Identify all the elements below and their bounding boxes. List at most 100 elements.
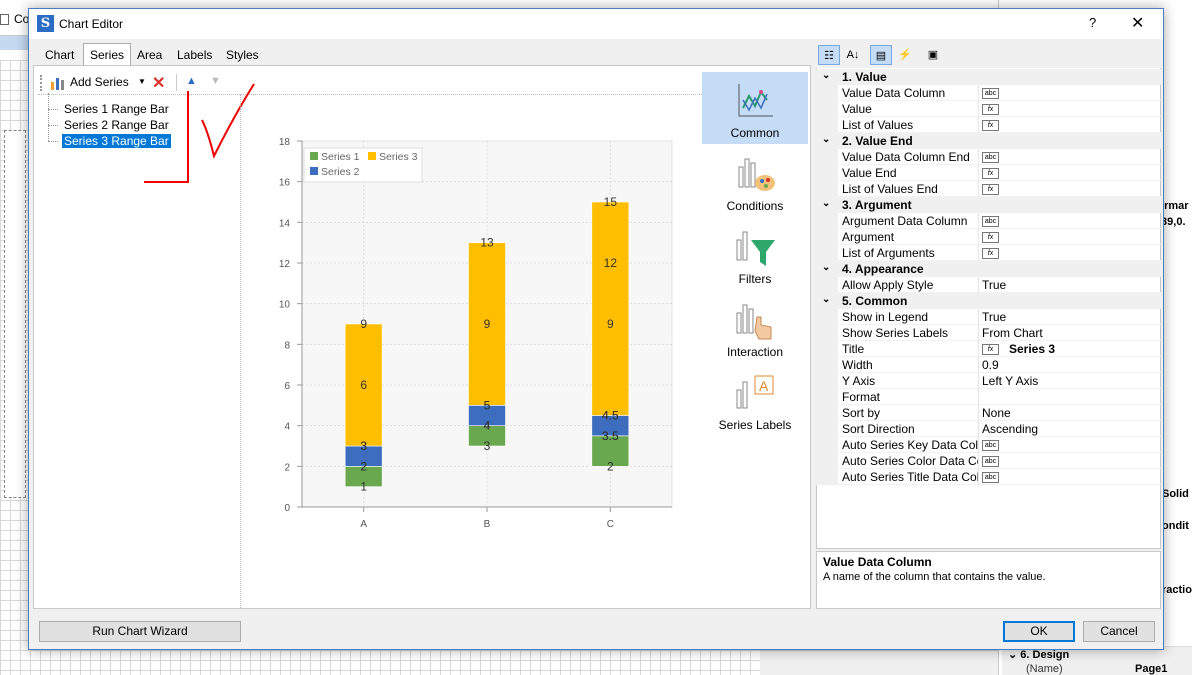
expression-icon[interactable]: fx — [982, 120, 999, 132]
alphabetical-icon[interactable]: A↓ — [842, 45, 864, 65]
nav-series-labels[interactable]: A Series Labels — [702, 364, 808, 436]
cancel-button[interactable]: Cancel — [1083, 621, 1155, 642]
data-column-icon[interactable]: abc — [982, 440, 999, 452]
collapse-icon[interactable]: ⌄ — [822, 294, 830, 305]
property-row[interactable]: List of Arguments fx — [816, 245, 1161, 261]
property-value-cell[interactable]: True — [982, 310, 1006, 324]
property-row[interactable]: Auto Series Color Data Column abc — [816, 453, 1161, 469]
expression-icon[interactable]: fx — [982, 184, 999, 196]
panel-splitter[interactable] — [240, 94, 241, 608]
tab-area[interactable]: Area — [131, 45, 168, 65]
property-name: Sort by — [842, 406, 881, 420]
expression-icon[interactable]: fx — [982, 248, 999, 260]
property-value-cell[interactable]: fx — [982, 102, 999, 116]
property-value-cell[interactable]: From Chart — [982, 326, 1043, 340]
close-button[interactable]: ✕ — [1131, 13, 1144, 33]
property-value-cell[interactable]: 0.9 — [982, 358, 999, 372]
nav-interaction[interactable]: Interaction — [702, 291, 808, 363]
property-row[interactable]: Argument Data Column abc — [816, 213, 1161, 229]
property-value-cell[interactable]: Left Y Axis — [982, 374, 1038, 388]
expression-icon[interactable]: fx — [982, 104, 999, 116]
legend-label: Series 1 — [321, 151, 360, 163]
property-value: True — [982, 278, 1007, 292]
property-value-cell[interactable]: fx — [982, 118, 999, 132]
collapse-icon[interactable]: ⌄ — [822, 262, 830, 273]
data-column-icon[interactable]: abc — [982, 152, 999, 164]
nav-filters[interactable]: Filters — [702, 218, 808, 290]
property-value-cell[interactable]: abc — [982, 150, 999, 164]
help-button[interactable]: ? — [1089, 15, 1096, 30]
property-row[interactable]: Format — [816, 389, 1161, 405]
property-row[interactable]: Title fx Series 3 — [816, 341, 1161, 357]
property-value-cell[interactable]: True — [982, 278, 1006, 292]
events-icon[interactable]: ⚡ — [894, 45, 916, 65]
property-value-cell[interactable]: abc — [982, 470, 999, 484]
property-value-cell[interactable]: abc — [982, 454, 999, 468]
collapse-icon[interactable]: ⌄ — [822, 134, 830, 145]
dialog-titlebar[interactable]: S Chart Editor ? ✕ — [29, 9, 1163, 39]
property-name: List of Values End — [842, 182, 938, 196]
property-name: Argument Data Column — [842, 214, 968, 228]
data-column-icon[interactable]: abc — [982, 472, 999, 484]
property-value-cell[interactable]: fx — [982, 166, 999, 180]
expression-icon[interactable]: fx — [982, 232, 999, 244]
property-category[interactable]: ⌄ 2. Value End — [816, 133, 1161, 149]
categorized-icon[interactable]: ☷ — [818, 45, 840, 65]
property-category[interactable]: ⌄ 5. Common — [816, 293, 1161, 309]
property-value-cell[interactable]: fx — [982, 230, 999, 244]
property-row[interactable]: Sort Direction Ascending — [816, 421, 1161, 437]
category-label: 1. Value — [842, 70, 887, 84]
pages-icon[interactable]: ▣ — [922, 45, 944, 65]
y-tick-label: 0 — [284, 503, 290, 514]
property-row[interactable]: Value End fx — [816, 165, 1161, 181]
property-row[interactable]: Allow Apply Style True — [816, 277, 1161, 293]
expression-icon[interactable]: fx — [982, 168, 999, 180]
tab-styles[interactable]: Styles — [220, 45, 265, 65]
collapse-icon[interactable]: ⌄ — [822, 70, 830, 81]
ok-button[interactable]: OK — [1003, 621, 1075, 642]
expression-icon[interactable]: fx — [982, 344, 999, 356]
nav-conditions[interactable]: Conditions — [702, 145, 808, 217]
property-row[interactable]: Auto Series Key Data Column abc — [816, 437, 1161, 453]
properties-icon[interactable]: ▤ — [870, 45, 892, 65]
property-value-cell[interactable]: fx Series 3 — [982, 342, 1055, 356]
run-chart-wizard-button[interactable]: Run Chart Wizard — [39, 621, 241, 642]
property-row[interactable]: Sort by None — [816, 405, 1161, 421]
property-value-cell[interactable]: fx — [982, 246, 999, 260]
property-category[interactable]: ⌄ 1. Value — [816, 69, 1161, 85]
data-label: 5 — [484, 398, 491, 412]
data-column-icon[interactable]: abc — [982, 216, 999, 228]
add-series-icon[interactable] — [50, 75, 66, 91]
property-value-cell[interactable]: abc — [982, 438, 999, 452]
nav-common[interactable]: Common — [702, 72, 808, 144]
data-column-icon[interactable]: abc — [982, 456, 999, 468]
tab-chart[interactable]: Chart — [39, 45, 80, 65]
data-column-icon[interactable]: abc — [982, 88, 999, 100]
property-row[interactable]: Show in Legend True — [816, 309, 1161, 325]
collapse-icon[interactable]: ⌄ — [822, 198, 830, 209]
property-value-cell[interactable]: abc — [982, 214, 999, 228]
property-row[interactable]: List of Values fx — [816, 117, 1161, 133]
property-value-cell[interactable]: abc — [982, 86, 999, 100]
property-name: Value End — [842, 166, 897, 180]
bar[interactable] — [591, 201, 630, 416]
property-row[interactable]: Argument fx — [816, 229, 1161, 245]
property-category[interactable]: ⌄ 3. Argument — [816, 197, 1161, 213]
property-value-cell[interactable]: Ascending — [982, 422, 1038, 436]
tab-labels[interactable]: Labels — [171, 45, 218, 65]
property-row[interactable]: Value fx — [816, 101, 1161, 117]
property-value-cell[interactable]: fx — [982, 182, 999, 196]
add-series-button[interactable]: Add Series — [70, 75, 129, 89]
category-label: 4. Appearance — [842, 262, 924, 276]
property-row[interactable]: Y Axis Left Y Axis — [816, 373, 1161, 389]
property-row[interactable]: Show Series Labels From Chart — [816, 325, 1161, 341]
property-row[interactable]: Auto Series Title Data Column abc — [816, 469, 1161, 485]
property-row[interactable]: Value Data Column End abc — [816, 149, 1161, 165]
property-rows: ⌄ 1. Value Value Data Column abc Value fx List… — [816, 69, 1161, 485]
tab-series[interactable]: Series — [83, 43, 132, 65]
property-row[interactable]: Width 0.9 — [816, 357, 1161, 373]
property-row[interactable]: List of Values End fx — [816, 181, 1161, 197]
property-row[interactable]: Value Data Column abc — [816, 85, 1161, 101]
property-value-cell[interactable]: None — [982, 406, 1011, 420]
property-category[interactable]: ⌄ 4. Appearance — [816, 261, 1161, 277]
